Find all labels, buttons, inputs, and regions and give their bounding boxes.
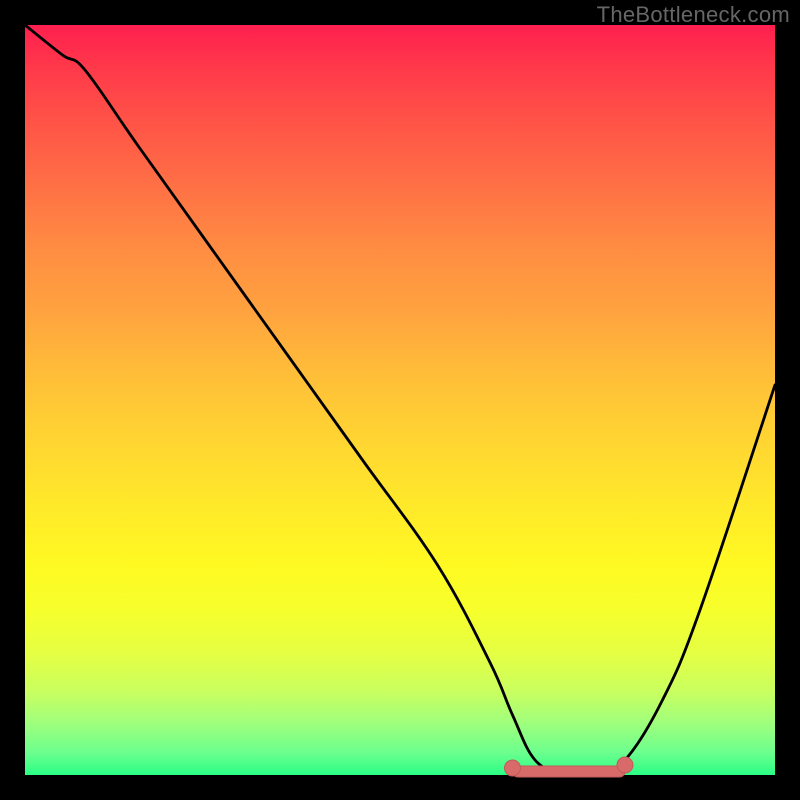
- bottleneck-curve: [25, 25, 775, 777]
- watermark-text: TheBottleneck.com: [597, 2, 790, 28]
- curve-overlay: [25, 25, 775, 775]
- chart-frame: TheBottleneck.com: [0, 0, 800, 800]
- flat-minimum-nodule: [505, 757, 634, 777]
- plot-area: [25, 25, 775, 775]
